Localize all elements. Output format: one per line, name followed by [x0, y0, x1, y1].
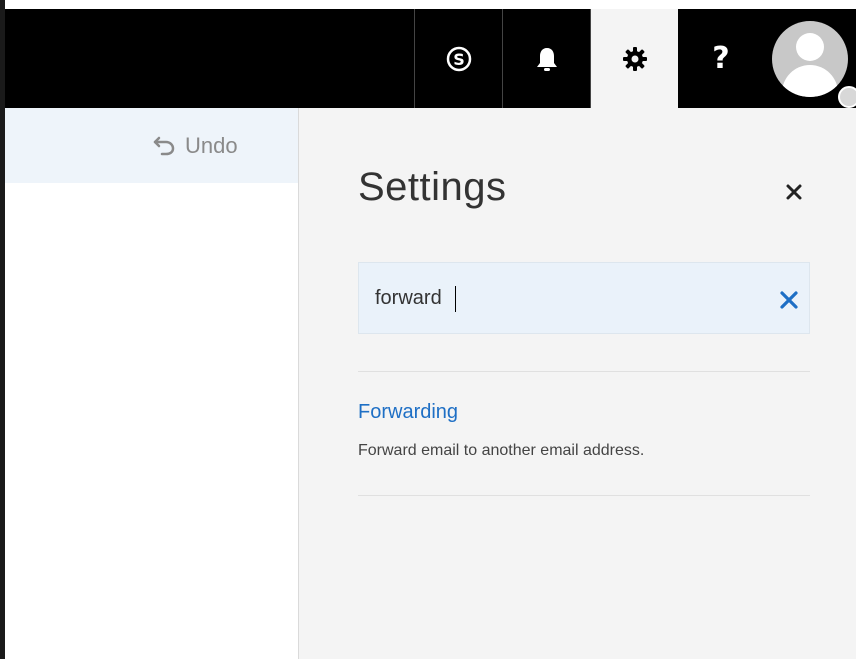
avatar [772, 20, 848, 97]
help-button[interactable]: ? [678, 9, 764, 108]
results-bottom-divider [358, 495, 810, 496]
avatar-body [782, 64, 838, 97]
close-icon [786, 184, 802, 200]
settings-button[interactable] [591, 9, 678, 108]
avatar-head [796, 32, 824, 61]
gear-icon [622, 46, 647, 71]
results-top-divider [358, 371, 810, 372]
text-caret [455, 286, 456, 312]
close-settings-button[interactable] [782, 180, 806, 204]
top-edge [0, 0, 856, 9]
app-frame: S ? Undo Settings forward Forwarding For… [0, 0, 856, 659]
bell-icon [536, 47, 557, 71]
settings-title: Settings [358, 165, 507, 209]
result-forwarding-link[interactable]: Forwarding [358, 401, 458, 424]
undo-button[interactable]: Undo [153, 133, 238, 159]
undo-icon [153, 136, 175, 156]
clear-search-icon [780, 291, 798, 309]
notifications-button[interactable] [503, 9, 590, 108]
help-icon: ? [712, 41, 730, 76]
undo-bar [5, 108, 298, 183]
skype-icon: S [446, 46, 471, 71]
mail-list-pane [5, 108, 298, 659]
skype-button[interactable]: S [415, 9, 502, 108]
svg-text:S: S [453, 50, 465, 69]
settings-search-input[interactable] [375, 283, 755, 313]
clear-search-button[interactable] [778, 289, 800, 311]
presence-status-icon [838, 86, 856, 108]
result-forwarding-description: Forward email to another email address. [358, 442, 645, 459]
settings-search-box [358, 262, 810, 334]
undo-label: Undo [185, 133, 238, 158]
